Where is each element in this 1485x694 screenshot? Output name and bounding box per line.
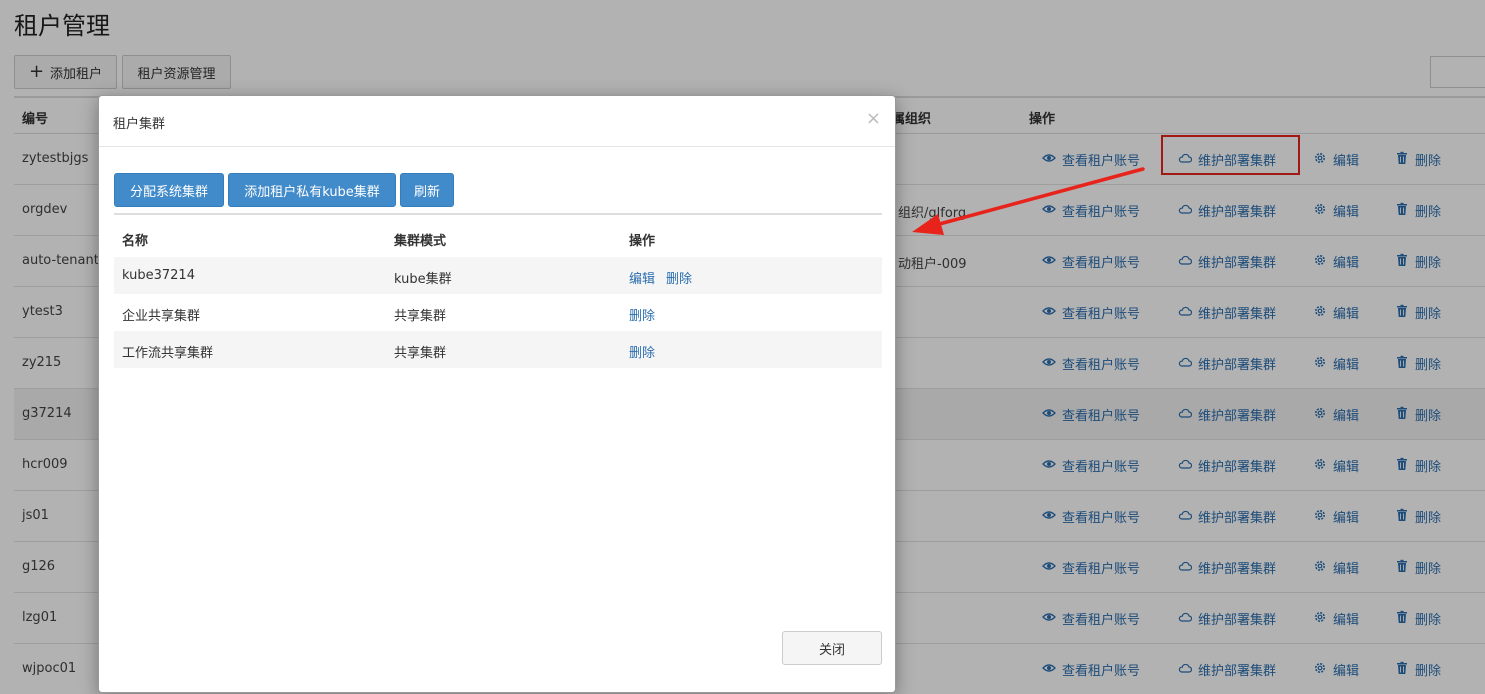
cluster-mode: 共享集群 — [394, 346, 447, 361]
cluster-column-header-ops: 操作 — [629, 234, 656, 249]
cluster-edit-link[interactable]: 编辑 — [629, 268, 655, 287]
divider — [114, 213, 882, 215]
cluster-row: kube37214 kube集群 编辑 删除 — [114, 257, 882, 294]
cluster-column-header-mode: 集群模式 — [394, 234, 447, 249]
cluster-row: 企业共享集群 共享集群 删除 — [114, 294, 882, 331]
close-icon[interactable]: × — [866, 110, 881, 128]
assign-system-cluster-button[interactable]: 分配系统集群 — [114, 173, 224, 207]
cluster-delete-link[interactable]: 删除 — [629, 342, 655, 361]
cluster-column-header-name: 名称 — [122, 234, 149, 249]
refresh-button[interactable]: 刷新 — [400, 173, 454, 207]
cluster-row: 工作流共享集群 共享集群 删除 — [114, 331, 882, 368]
modal-header: 租户集群 × — [99, 96, 895, 147]
modal-title: 租户集群 — [113, 117, 166, 132]
cluster-delete-link[interactable]: 删除 — [666, 268, 692, 287]
cluster-mode: 共享集群 — [394, 309, 447, 324]
add-private-kube-cluster-button[interactable]: 添加租户私有kube集群 — [228, 173, 396, 207]
cluster-delete-link[interactable]: 删除 — [629, 305, 655, 324]
cluster-name: kube37214 — [122, 268, 195, 283]
cluster-name: 企业共享集群 — [122, 309, 201, 324]
cluster-name: 工作流共享集群 — [122, 346, 214, 361]
modal-close-button[interactable]: 关闭 — [782, 631, 882, 665]
tenant-cluster-modal: 租户集群 × 分配系统集群 添加租户私有kube集群 刷新 名称 集群模式 操作… — [98, 95, 896, 693]
cluster-mode: kube集群 — [394, 272, 452, 287]
